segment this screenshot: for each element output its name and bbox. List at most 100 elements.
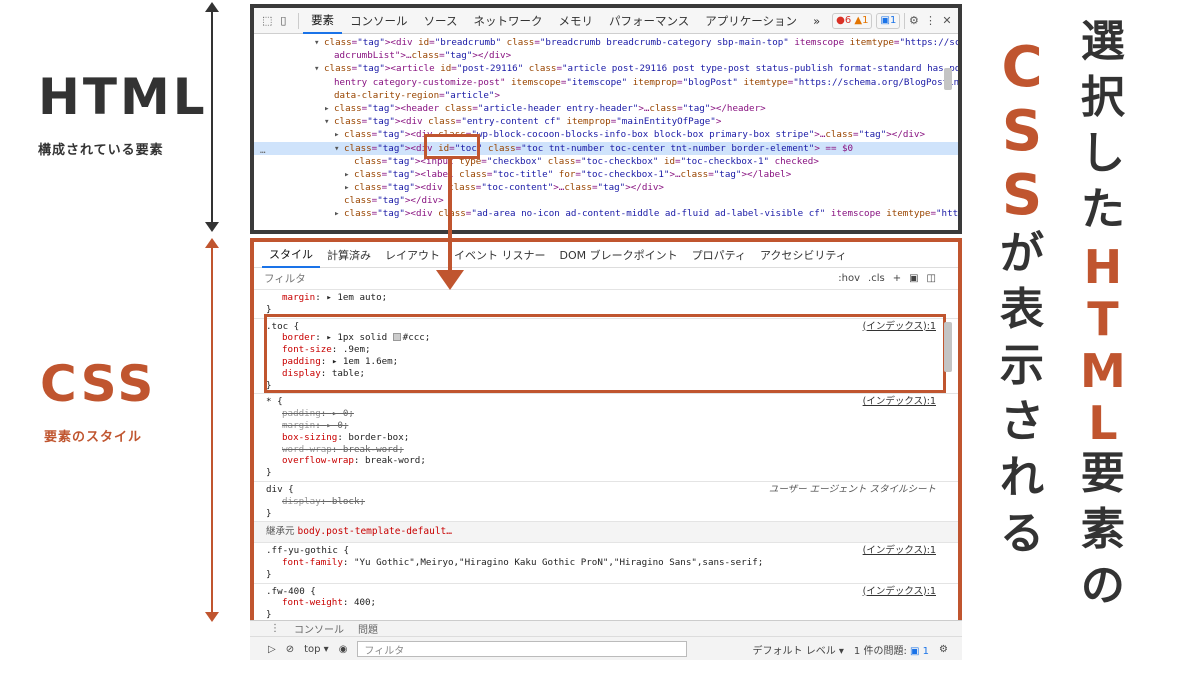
dom-node[interactable]: ▾ class="tag"><article id="post-29116" cl… [254, 62, 958, 75]
css-value[interactable]: break-word; [365, 455, 426, 466]
console-tab[interactable]: コンソール [294, 621, 344, 636]
styles-tab[interactable]: プロパティ [685, 242, 753, 268]
gear-icon[interactable]: ⚙ [909, 13, 919, 29]
rule-selector[interactable]: * { [266, 396, 948, 408]
headline-char: M [1080, 344, 1126, 398]
styles-tab[interactable]: アクセシビリティ [753, 242, 854, 268]
rule-selector[interactable]: .ff-yu-gothic { [266, 545, 948, 557]
css-value[interactable]: 400; [354, 597, 376, 608]
rule-source-link[interactable]: (インデックス):1 [863, 396, 936, 408]
collapsed-caret-icon[interactable]: ▸ [344, 181, 354, 194]
close-icon[interactable]: ✕ [942, 13, 952, 29]
style-declaration[interactable]: padding: ▸ 0; [266, 408, 948, 420]
css-value[interactable]: "Yu Gothic",Meiryo,"Hiragino Kaku Gothic… [354, 557, 763, 568]
log-level-select[interactable]: デフォルト レベル ▾ [753, 642, 844, 657]
devtools-tab[interactable]: » [805, 8, 828, 34]
elements-scrollbar[interactable] [944, 68, 952, 90]
dom-node[interactable]: ▸ class="tag"><label class="toc-title" fo… [254, 168, 958, 181]
dom-node[interactable]: ▾ class="tag"><div class="entry-content c… [254, 115, 958, 128]
dom-node[interactable]: ▾ class="tag"><div id="toc" class="toc tn… [254, 141, 958, 155]
error-badge[interactable]: ● 6 ▲ 1 [832, 12, 873, 29]
eye-icon[interactable]: ◉ [339, 644, 348, 655]
css-value[interactable]: block; [332, 496, 365, 507]
dom-node[interactable]: data-clarity-region="article"> [254, 89, 958, 102]
css-value[interactable]: ▸ 1em auto; [326, 292, 387, 303]
styles-tab[interactable]: スタイル [262, 242, 320, 268]
css-property[interactable]: overflow-wrap [282, 455, 354, 466]
sidebar-toggle-icon[interactable]: ▷ [268, 644, 276, 655]
css-property[interactable]: font-weight [282, 597, 343, 608]
styles-tab[interactable]: レイアウト [378, 242, 447, 268]
clear-console-icon[interactable]: ⊘ [286, 644, 294, 655]
styles-tool-button[interactable]: :hov [838, 273, 860, 284]
inspect-icon[interactable]: ⬚ [262, 13, 272, 29]
devtools-tab[interactable]: 要素 [303, 8, 343, 34]
styles-tool-button[interactable]: + [893, 273, 901, 284]
dom-node[interactable]: class="tag"><input type="checkbox" class… [254, 155, 958, 168]
css-value[interactable]: ▸ 0; [326, 420, 348, 431]
css-property[interactable]: font-family [282, 557, 343, 568]
css-property[interactable]: box-sizing [282, 432, 337, 443]
styles-tab[interactable]: 計算済み [320, 242, 378, 268]
css-property[interactable]: word-wrap [282, 444, 332, 455]
css-value[interactable]: break-word; [343, 444, 404, 455]
collapsed-caret-icon[interactable]: ▸ [334, 207, 344, 220]
message-badge[interactable]: ▣ 1 [876, 12, 901, 29]
rule-selector[interactable]: .fw-400 { [266, 586, 948, 598]
styles-tool-button[interactable]: .cls [868, 273, 885, 284]
dom-node[interactable]: ▸ class="tag"><div class="wp-block-cocoon… [254, 128, 958, 141]
style-declaration[interactable]: margin: ▸ 1em auto; [266, 292, 948, 304]
devtools-tab[interactable]: ソース [416, 8, 466, 34]
style-declaration[interactable]: margin: ▸ 0; [266, 420, 948, 432]
devtools-tab[interactable]: メモリ [551, 8, 602, 34]
dom-node[interactable]: adcrumbList">…class="tag"></div> [254, 49, 958, 62]
style-declaration[interactable]: overflow-wrap: break-word; [266, 455, 948, 467]
styles-tab[interactable]: イベント リスナー [447, 242, 553, 268]
console-tab[interactable]: 問題 [358, 621, 378, 636]
context-select[interactable]: top ▾ [304, 644, 329, 655]
expanded-caret-icon[interactable]: ▾ [314, 36, 324, 49]
css-value[interactable]: ▸ 0; [332, 408, 354, 419]
issues-button[interactable]: 1 件の問題: ▣ 1 [854, 642, 929, 657]
css-property[interactable]: margin [282, 292, 315, 303]
device-toolbar-icon[interactable]: ▯ [278, 13, 288, 29]
style-declaration[interactable]: font-weight: 400; [266, 597, 948, 609]
style-declaration[interactable]: display: block; [266, 496, 948, 508]
gear-icon[interactable]: ⚙ [939, 644, 948, 655]
dom-node[interactable]: ▸ class="tag"><div class="toc-content">…c… [254, 181, 958, 194]
styles-filter-input[interactable]: フィルタ [264, 271, 306, 286]
ellipsis-icon[interactable]: … [260, 144, 266, 157]
expanded-caret-icon[interactable]: ▾ [324, 115, 334, 128]
styles-tab[interactable]: DOM ブレークポイント [553, 242, 685, 268]
computed-sidebar-icon[interactable]: ◫ [927, 273, 936, 284]
inherited-link[interactable]: body.post-template-default… [298, 526, 452, 537]
devtools-tab[interactable]: コンソール [342, 8, 416, 34]
style-declaration[interactable]: word-wrap: break-word; [266, 444, 948, 456]
style-declaration[interactable]: box-sizing: border-box; [266, 432, 948, 444]
devtools-tab[interactable]: パフォーマンス [601, 8, 697, 34]
more-vert-icon[interactable]: ⋮ [270, 623, 280, 634]
dom-node[interactable]: ▸ class="tag"><header class="article-head… [254, 102, 958, 115]
rule-source-link[interactable]: (インデックス):1 [863, 545, 936, 557]
dom-node[interactable]: hentry category-customize-post" itemscop… [254, 76, 958, 89]
devtools-tab[interactable]: ネットワーク [466, 8, 551, 34]
collapsed-caret-icon[interactable]: ▸ [344, 168, 354, 181]
css-value[interactable]: border-box; [348, 432, 409, 443]
dom-node[interactable]: ▸class="tag"><div class="ad-area no-icon… [254, 207, 958, 220]
new-style-rule-icon[interactable]: ▣ [909, 273, 918, 284]
devtools-tab[interactable]: アプリケーション [697, 8, 805, 34]
collapsed-caret-icon[interactable]: ▸ [334, 128, 344, 141]
css-property[interactable]: padding [282, 408, 321, 419]
css-property[interactable]: display [282, 496, 321, 507]
css-property[interactable]: margin [282, 420, 315, 431]
rule-source-link[interactable]: (インデックス):1 [863, 586, 936, 598]
expanded-caret-icon[interactable]: ▾ [334, 142, 344, 155]
more-vert-icon[interactable]: ⋮ [925, 13, 936, 29]
expanded-caret-icon[interactable]: ▾ [314, 62, 324, 75]
style-declaration[interactable]: font-family: "Yu Gothic",Meiryo,"Hiragin… [266, 557, 948, 569]
collapsed-caret-icon[interactable]: ▸ [324, 102, 334, 115]
styles-scrollbar[interactable] [944, 322, 952, 372]
dom-node[interactable]: class="tag"></div> [254, 194, 958, 207]
console-filter-input[interactable]: フィルタ [357, 641, 688, 657]
dom-node[interactable]: ▾ class="tag"><div id="breadcrumb" class=… [254, 36, 958, 49]
